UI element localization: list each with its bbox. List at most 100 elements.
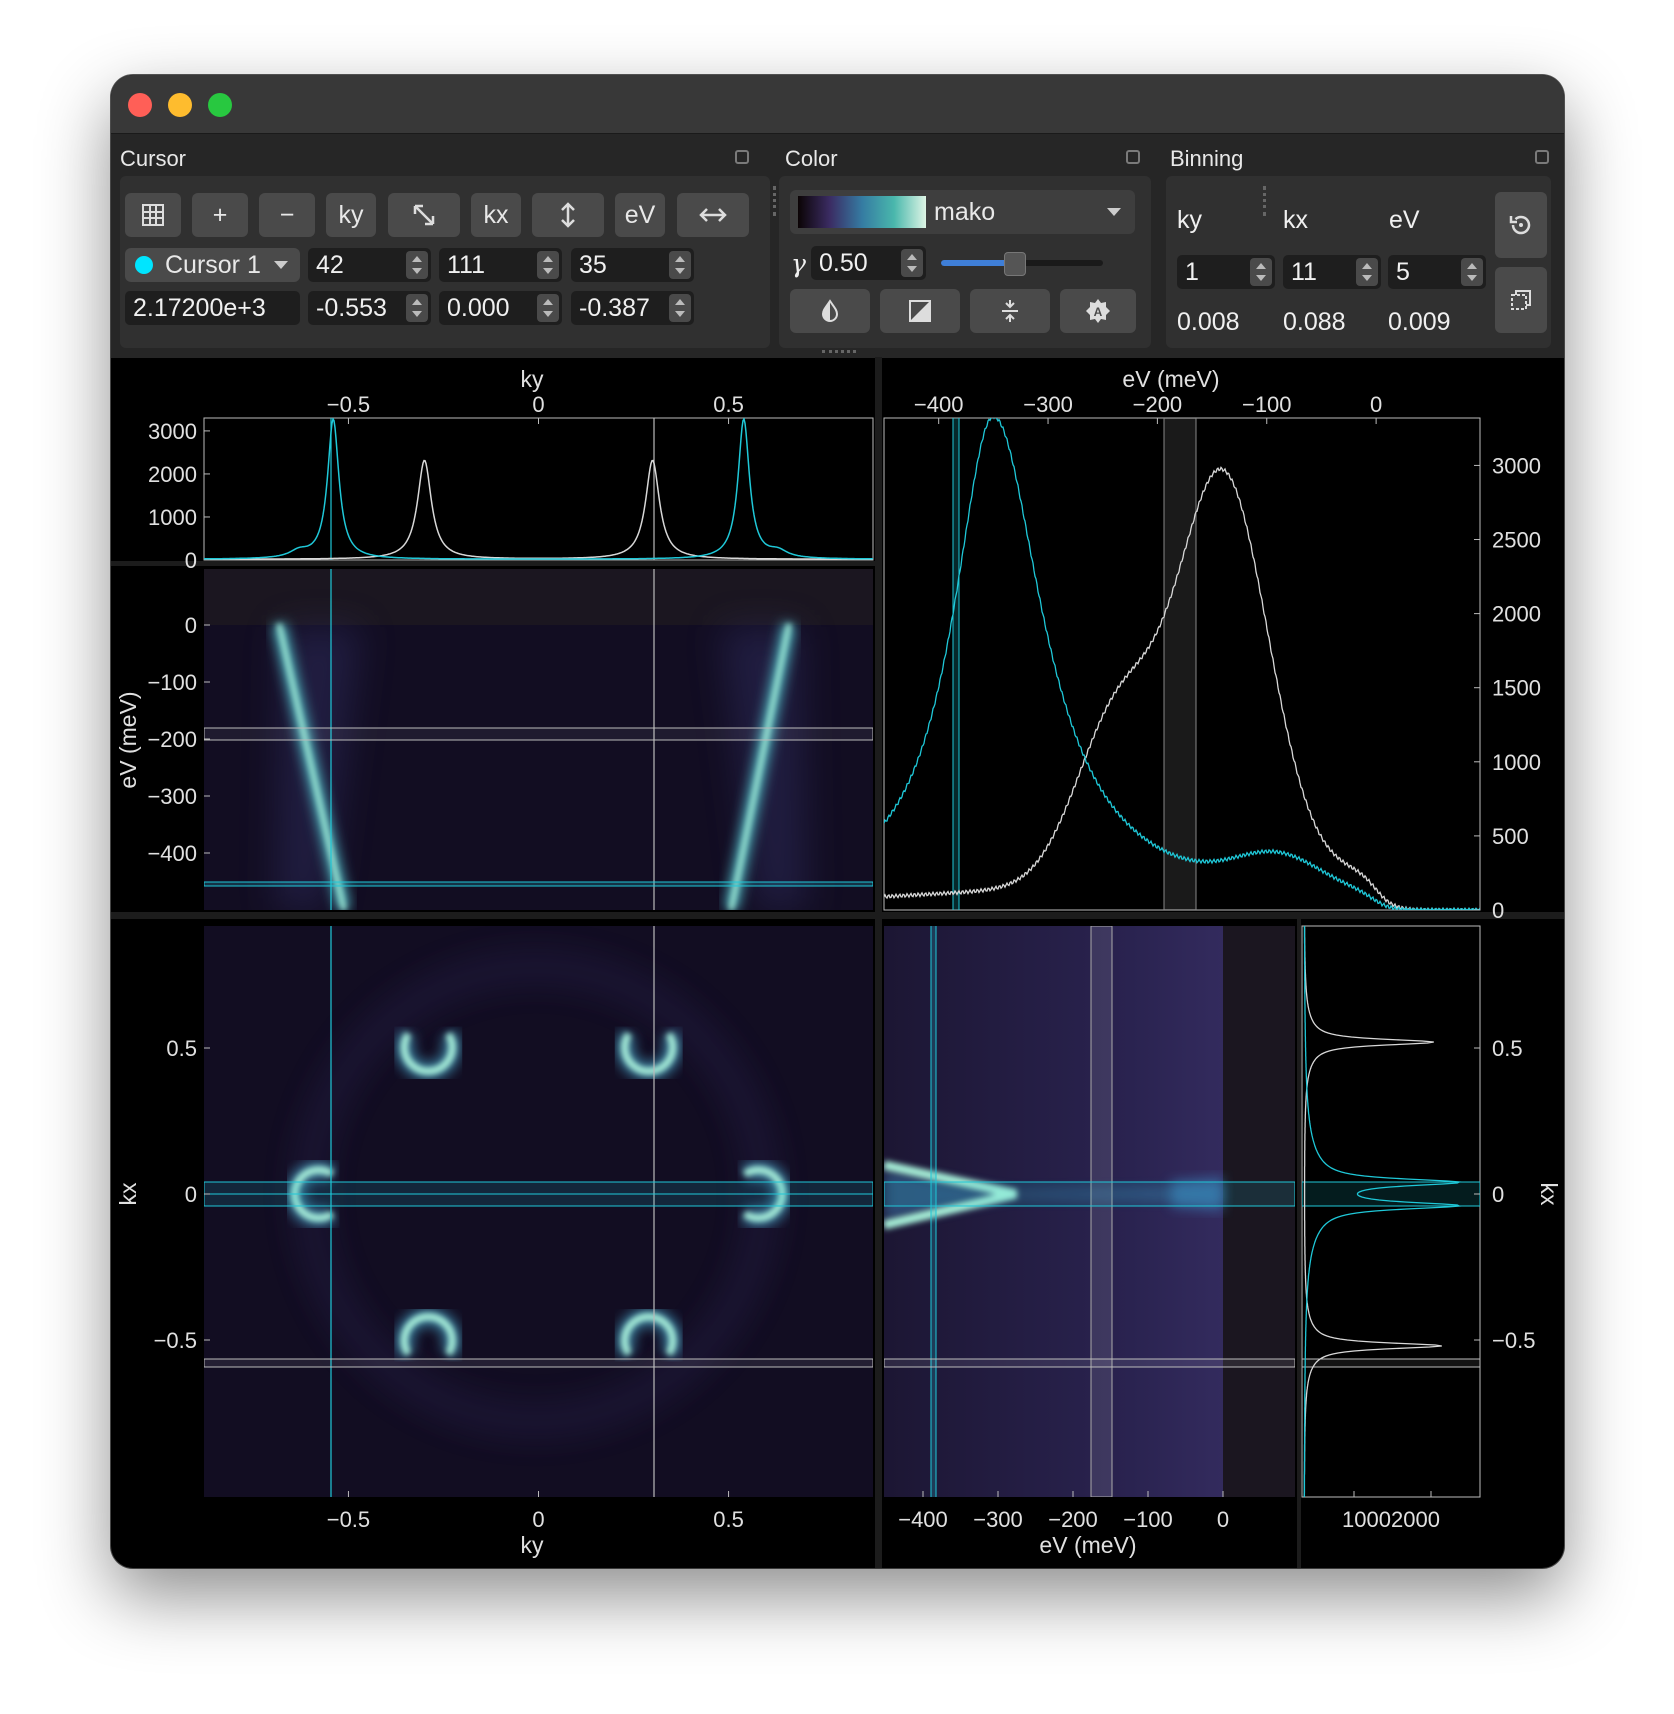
- cursor-select-label: Cursor 1: [165, 250, 261, 279]
- cursor-band-kx-2[interactable]: [884, 1358, 1295, 1368]
- title-bar: [111, 75, 1564, 133]
- plot-canvas: −0.5 0 0.5−0.5 0 0.501000200030000−100−200−3…: [111, 357, 1564, 1568]
- center-icon: [1002, 300, 1018, 322]
- cursor-band-kx[interactable]: [884, 1181, 1295, 1207]
- ev-tick-label: 0: [1370, 392, 1382, 417]
- dock-splitter[interactable]: [822, 350, 856, 356]
- contrast-button[interactable]: [880, 289, 960, 333]
- kx-index-input[interactable]: 111: [439, 248, 562, 282]
- ev-tick-label: 0: [185, 613, 197, 638]
- bin-ky-spinner[interactable]: [1250, 258, 1272, 286]
- cursor-panel-float-icon[interactable]: [735, 150, 749, 164]
- invert-button[interactable]: [790, 289, 870, 333]
- binning-panel-float-icon[interactable]: [1535, 150, 1549, 164]
- cursor-panel-title: Cursor: [120, 146, 187, 171]
- ev-tick-label: −400: [147, 841, 197, 866]
- ky-kx-heatmap[interactable]: [204, 926, 873, 1497]
- ev-index-input[interactable]: 35: [571, 248, 694, 282]
- cursor-band-kx-2[interactable]: [204, 1358, 873, 1368]
- cursor-band-ev[interactable]: [931, 926, 936, 1497]
- gamma-spinner[interactable]: [901, 249, 923, 277]
- colormap-preview: [798, 196, 926, 228]
- horizontal-move-button[interactable]: [677, 193, 749, 237]
- close-window-button[interactable]: [128, 93, 152, 117]
- kx-coord-input[interactable]: 0.000: [439, 291, 562, 325]
- diagonal-move-button[interactable]: [388, 193, 460, 237]
- auto-colormap-button[interactable]: A: [1060, 289, 1136, 333]
- minimize-window-button[interactable]: [168, 93, 192, 117]
- cursor-band-ev-2[interactable]: [204, 727, 873, 741]
- ev-button[interactable]: eV: [615, 193, 665, 237]
- bin-ev-value: 5: [1396, 257, 1410, 286]
- gamma-label: γ: [791, 249, 806, 278]
- ky-coord-value: -0.553: [316, 293, 387, 322]
- bin-ky-input[interactable]: 1: [1177, 255, 1275, 289]
- remove-cursor-button[interactable]: −: [259, 193, 315, 237]
- ev-tick-label: −400: [898, 1507, 948, 1532]
- ky-coord-input[interactable]: -0.553: [308, 291, 431, 325]
- plot-splitter-horizontal[interactable]: [111, 912, 1564, 919]
- bin-kx-input[interactable]: 11: [1283, 255, 1381, 289]
- gamma-input[interactable]: 0.50: [811, 246, 926, 280]
- ky-index-input[interactable]: 42: [308, 248, 431, 282]
- ky-button[interactable]: ky: [326, 193, 376, 237]
- top-left-xlabel: ky: [521, 366, 545, 392]
- color-panel-float-icon[interactable]: [1126, 150, 1140, 164]
- ky-ev-heatmap[interactable]: [204, 569, 873, 910]
- cursor-band-ev-2[interactable]: [1164, 418, 1196, 910]
- cursor-band-ev[interactable]: [204, 881, 873, 887]
- copy-binning-button[interactable]: [1495, 267, 1547, 333]
- vertical-move-button[interactable]: [532, 193, 604, 237]
- kx-button[interactable]: kx: [471, 193, 521, 237]
- ev-profile-tick-label: 3000: [1492, 453, 1541, 478]
- grid-button[interactable]: [125, 193, 181, 237]
- ev-tick-label: −100: [147, 670, 197, 695]
- ev-coord-spinner[interactable]: [669, 294, 691, 322]
- bottom-left-xlabel: ky: [521, 1532, 545, 1558]
- kx-profile-plot[interactable]: [1301, 925, 1481, 1498]
- kx-coord-spinner[interactable]: [537, 294, 559, 322]
- gamma-slider[interactable]: [941, 252, 1103, 276]
- colormap-select[interactable]: mako: [790, 190, 1135, 234]
- panel-splitter[interactable]: [773, 186, 779, 216]
- add-cursor-button[interactable]: +: [192, 193, 248, 237]
- cursor-band-ev-2[interactable]: [1090, 926, 1113, 1497]
- ev-tick-label: −400: [914, 392, 964, 417]
- copy-icon: [1511, 290, 1531, 310]
- ky-profile-tick-label: 0: [185, 548, 197, 573]
- plot-splitter-vertical[interactable]: [875, 357, 882, 1568]
- center-button[interactable]: [970, 289, 1050, 333]
- ev-profile-plot[interactable]: [883, 415, 1481, 911]
- ky-profile-plot[interactable]: [203, 417, 874, 561]
- plot-area: −0.5 0 0.5 −0.5 0 0.5 0 1000 2000 3000 0 −100 −200 −3…: [111, 357, 1564, 1568]
- kx-index-spinner[interactable]: [537, 251, 559, 279]
- ev-tick-label: −200: [1133, 392, 1183, 417]
- color-panel-title: Color: [785, 146, 838, 171]
- top-right-xlabel: eV (meV): [1122, 366, 1219, 392]
- cursor-select[interactable]: Cursor 1: [125, 248, 300, 282]
- kx-tick-label: 0: [1492, 1182, 1504, 1207]
- kx-tick-label: −0.5: [1492, 1328, 1535, 1353]
- ev-tick-label: −100: [1123, 1507, 1173, 1532]
- ky-index-spinner[interactable]: [406, 251, 428, 279]
- bin-ev-input[interactable]: 5: [1388, 255, 1486, 289]
- ev-coord-value: -0.387: [579, 293, 650, 322]
- cursor-band-kx-2[interactable]: [1302, 1358, 1480, 1368]
- chevron-down-icon: [274, 261, 288, 269]
- ev-tick-label: −100: [1242, 392, 1292, 417]
- panel-splitter[interactable]: [1263, 186, 1269, 216]
- plot-splitter-right[interactable]: [1297, 919, 1301, 1568]
- gamma-slider-handle[interactable]: [1003, 252, 1026, 276]
- ky-coord-spinner[interactable]: [406, 294, 428, 322]
- cursor-band-ev[interactable]: [953, 418, 959, 910]
- bin-ev-spinner[interactable]: [1461, 258, 1483, 286]
- ev-kx-heatmap[interactable]: [884, 926, 1295, 1497]
- plot-splitter-top[interactable]: [111, 561, 875, 566]
- ev-index-spinner[interactable]: [669, 251, 691, 279]
- bin-kx-spinner[interactable]: [1356, 258, 1378, 286]
- ev-coord-input[interactable]: -0.387: [571, 291, 694, 325]
- cursor-band-kx[interactable]: [1302, 1181, 1480, 1207]
- zoom-window-button[interactable]: [208, 93, 232, 117]
- reset-binning-button[interactable]: [1495, 192, 1547, 258]
- ev-tick-label: −300: [973, 1507, 1023, 1532]
